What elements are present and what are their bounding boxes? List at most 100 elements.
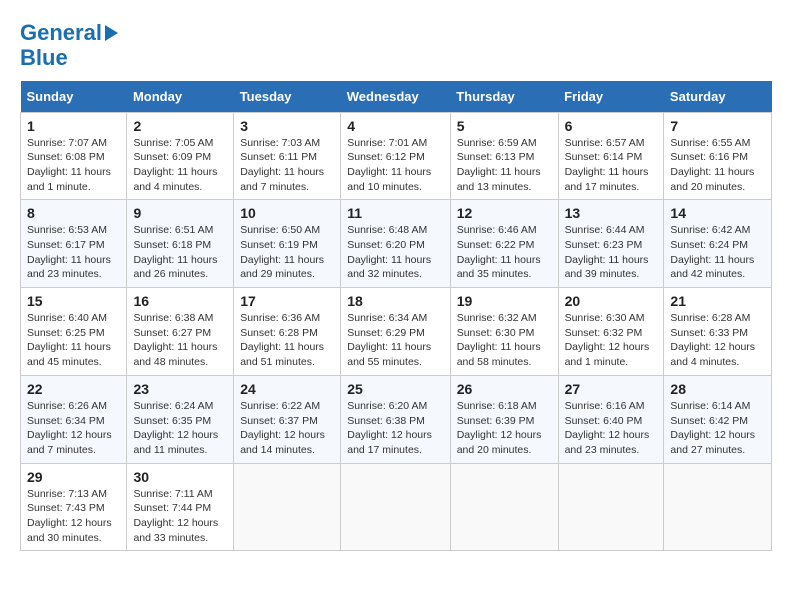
info-line: Sunset: 6:42 PM (670, 415, 748, 427)
day-cell: 9Sunrise: 6:51 AMSunset: 6:18 PMDaylight… (127, 200, 234, 288)
day-cell: 25 Sunrise: 6:20 AMSunset: 6:38 PMDayligh… (341, 375, 450, 463)
info-line: and 58 minutes. (457, 356, 532, 368)
header-row: SundayMondayTuesdayWednesdayThursdayFrid… (21, 81, 772, 113)
header-cell-friday: Friday (558, 81, 664, 113)
info-line: Sunrise: 6:48 AM (347, 224, 427, 236)
info-line: Sunrise: 6:28 AM (670, 312, 750, 324)
week-row-5: 29Sunrise: 7:13 AMSunset: 7:43 PMDayligh… (21, 463, 772, 551)
info-line: and 32 minutes. (347, 268, 422, 280)
day-cell: 11Sunrise: 6:48 AMSunset: 6:20 PMDayligh… (341, 200, 450, 288)
day-number: 25 (347, 381, 443, 397)
info-line: Daylight: 12 hours (565, 429, 650, 441)
day-cell: 17Sunrise: 6:36 AMSunset: 6:28 PMDayligh… (234, 288, 341, 376)
info-line: and 23 minutes. (27, 268, 102, 280)
day-cell: 23Sunrise: 6:24 AMSunset: 6:35 PMDayligh… (127, 375, 234, 463)
info-line: Sunrise: 6:38 AM (133, 312, 213, 324)
day-info: Sunrise: 6:38 AM Sunset: 6:27 PM Daylight:… (133, 311, 227, 370)
info-line: Sunrise: 7:05 AM (133, 137, 213, 149)
info-line: and 42 minutes. (670, 268, 745, 280)
info-line: and 20 minutes. (670, 181, 745, 193)
info-line: Daylight: 11 hours (27, 341, 111, 353)
info-line: Sunset: 6:09 PM (133, 151, 211, 163)
day-info: Sunrise: 6:36 AMSunset: 6:28 PMDaylight:… (240, 311, 334, 370)
header-cell-wednesday: Wednesday (341, 81, 450, 113)
info-line: Daylight: 11 hours (133, 341, 217, 353)
day-cell: 16 Sunrise: 6:38 AM Sunset: 6:27 PM Dayligh… (127, 288, 234, 376)
day-info: Sunrise: 6:55 AMSunset: 6:16 PMDaylight:… (670, 136, 765, 195)
day-number: 10 (240, 205, 334, 221)
info-line: Sunset: 6:13 PM (457, 151, 535, 163)
day-cell: 27Sunrise: 6:16 AMSunset: 6:40 PMDayligh… (558, 375, 664, 463)
day-info: Sunrise: 6:32 AMSunset: 6:30 PMDaylight:… (457, 311, 552, 370)
day-info: Sunrise: 6:53 AMSunset: 6:17 PMDaylight:… (27, 223, 120, 282)
info-line: and 51 minutes. (240, 356, 315, 368)
day-info: Sunrise: 7:13 AMSunset: 7:43 PMDaylight:… (27, 487, 120, 546)
info-line: and 27 minutes. (670, 444, 745, 456)
day-number: 7 (670, 118, 765, 134)
header-cell-saturday: Saturday (664, 81, 772, 113)
info-line: and 30 minutes. (27, 532, 102, 544)
day-cell: 14 Sunrise: 6:42 AMSunset: 6:24 PMDayligh… (664, 200, 772, 288)
info-line: Sunrise: 7:03 AM (240, 137, 320, 149)
day-number: 16 (133, 293, 227, 309)
day-number: 28 (670, 381, 765, 397)
info-line: Sunrise: 6:51 AM (133, 224, 213, 236)
info-line: Sunset: 6:35 PM (133, 415, 211, 427)
day-number: 19 (457, 293, 552, 309)
day-cell: 22Sunrise: 6:26 AMSunset: 6:34 PMDayligh… (21, 375, 127, 463)
day-number: 9 (133, 205, 227, 221)
calendar-header: SundayMondayTuesdayWednesdayThursdayFrid… (21, 81, 772, 113)
info-line: Daylight: 12 hours (27, 429, 112, 441)
info-line: Sunrise: 6:18 AM (457, 400, 537, 412)
info-line: Sunrise: 6:30 AM (565, 312, 645, 324)
day-cell (341, 463, 450, 551)
info-line: Daylight: 11 hours (240, 341, 324, 353)
info-line: Sunrise: 6:26 AM (27, 400, 107, 412)
info-line: Sunset: 6:08 PM (27, 151, 105, 163)
day-number: 14 (670, 205, 765, 221)
day-cell (558, 463, 664, 551)
header-cell-tuesday: Tuesday (234, 81, 341, 113)
day-info: Sunrise: 6:46 AMSunset: 6:22 PMDaylight:… (457, 223, 552, 282)
info-line: Sunrise: 6:16 AM (565, 400, 645, 412)
day-number: 24 (240, 381, 334, 397)
day-info: Sunrise: 6:20 AMSunset: 6:38 PMDaylight:… (347, 399, 443, 458)
info-line: Daylight: 11 hours (565, 166, 649, 178)
logo-general: General (20, 20, 102, 45)
info-line: Daylight: 12 hours (565, 341, 650, 353)
info-line: Sunrise: 6:53 AM (27, 224, 107, 236)
day-info: Sunrise: 6:22 AMSunset: 6:37 PMDaylight:… (240, 399, 334, 458)
info-line: Sunrise: 7:11 AM (133, 488, 212, 500)
info-line: Sunset: 6:33 PM (670, 327, 748, 339)
day-info: Sunrise: 7:01 AMSunset: 6:12 PMDaylight:… (347, 136, 443, 195)
week-row-2: 8Sunrise: 6:53 AMSunset: 6:17 PMDaylight… (21, 200, 772, 288)
info-line: Sunset: 6:27 PM (133, 327, 211, 339)
day-number: 23 (133, 381, 227, 397)
day-number: 26 (457, 381, 552, 397)
page-header: General Blue (20, 20, 772, 71)
week-row-1: 1Sunrise: 7:07 AMSunset: 6:08 PMDaylight… (21, 112, 772, 200)
info-line: Daylight: 11 hours (347, 341, 431, 353)
info-line: and 17 minutes. (565, 181, 640, 193)
info-line: and 1 minute. (27, 181, 91, 193)
day-number: 20 (565, 293, 658, 309)
day-number: 5 (457, 118, 552, 134)
day-cell: 18Sunrise: 6:34 AMSunset: 6:29 PMDayligh… (341, 288, 450, 376)
day-info: Sunrise: 6:26 AMSunset: 6:34 PMDaylight:… (27, 399, 120, 458)
day-cell (234, 463, 341, 551)
day-number: 15 (27, 293, 120, 309)
day-info: Sunrise: 6:57 AMSunset: 6:14 PMDaylight:… (565, 136, 658, 195)
day-info: Sunrise: 6:18 AMSunset: 6:39 PMDaylight:… (457, 399, 552, 458)
info-line: Sunrise: 7:01 AM (347, 137, 427, 149)
info-line: and 14 minutes. (240, 444, 315, 456)
info-line: Daylight: 12 hours (27, 517, 112, 529)
day-info: Sunrise: 6:42 AMSunset: 6:24 PMDaylight:… (670, 223, 765, 282)
info-line: Sunset: 6:11 PM (240, 151, 317, 163)
day-info: Sunrise: 7:11 AMSunset: 7:44 PMDaylight:… (133, 487, 227, 546)
day-cell: 4Sunrise: 7:01 AMSunset: 6:12 PMDaylight… (341, 112, 450, 200)
info-line: Sunset: 6:38 PM (347, 415, 425, 427)
info-line: and 35 minutes. (457, 268, 532, 280)
info-line: Sunset: 6:30 PM (457, 327, 535, 339)
info-line: Sunrise: 6:24 AM (133, 400, 213, 412)
info-line: Daylight: 11 hours (27, 254, 111, 266)
